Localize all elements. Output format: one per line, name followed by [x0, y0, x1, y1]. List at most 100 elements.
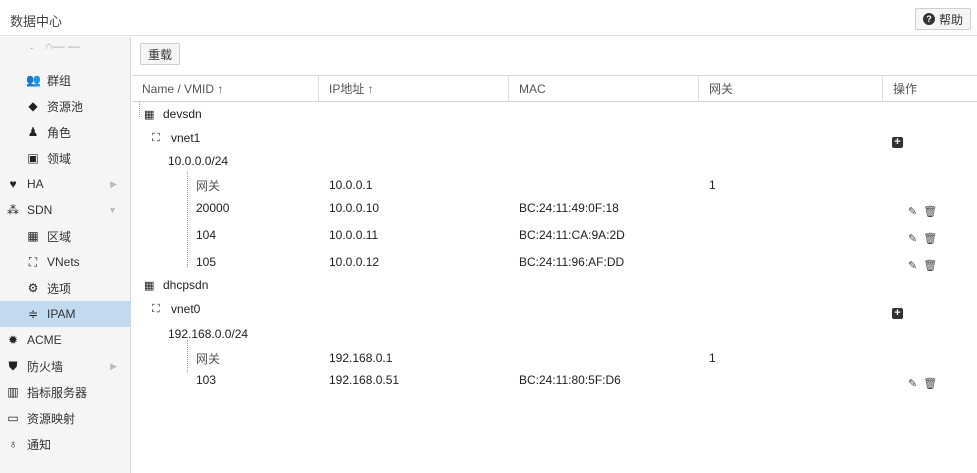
tree-row-zone[interactable]: ▦ dhcpsdn — [132, 272, 977, 298]
th-icon: ▦ — [144, 108, 154, 121]
table-row[interactable]: 103 192.168.0.51 BC:24:11:80:5F:D6 ✎ 🗑 — [132, 367, 977, 393]
question-circle-icon: ? — [922, 13, 935, 25]
sidebar-item-metric-server[interactable]: ▥ 指标服务器 — [0, 379, 131, 405]
sidebar-item-groups[interactable]: 👥 群组 — [0, 67, 131, 93]
folder-icon: ▭ — [7, 411, 19, 425]
row-ip: 192.168.0.51 — [329, 373, 400, 387]
sidebar-item-cut[interactable]: 、 ⌂— — — [30, 37, 80, 49]
row-name: 20000 — [196, 201, 230, 215]
edit-icon[interactable]: ✎ — [908, 377, 917, 390]
sidebar-item-resource-mapping[interactable]: ▭ 资源映射 — [0, 405, 131, 431]
sidebar-item-sdn[interactable]: ⁂ SDN ▼ — [0, 197, 131, 223]
tree-row-subnet[interactable]: 10.0.0.0/24 — [132, 148, 977, 174]
trash-icon[interactable]: 🗑 — [923, 259, 937, 272]
tag-icon: ◆ — [28, 99, 38, 113]
sitemap-icon: ⛶ — [28, 254, 38, 269]
row-mac: BC:24:11:49:0F:18 — [519, 201, 619, 215]
tree-row-vnet[interactable]: ⛶ vnet0 + — [132, 296, 977, 322]
row-name: 10.0.0.0/24 — [168, 154, 229, 168]
trash-icon[interactable]: 🗑 — [923, 205, 937, 218]
sidebar-item-acme[interactable]: ✹ ACME — [0, 327, 131, 353]
page-header: 数据中心 ? 帮助 — [0, 0, 977, 36]
sidebar: 、 ⌂— — 👥 群组 ◆ 资源池 ♟ 角色 ▣ 领域 ♥ HA ▶ ⁂ SDN… — [0, 37, 131, 473]
edit-icon[interactable]: ✎ — [908, 205, 917, 218]
sitemap-icon: ⛶ — [152, 302, 160, 315]
heartbeat-icon: ♥ — [9, 177, 17, 191]
row-actions: ✎ 🗑 — [908, 198, 937, 224]
sidebar-item-label: 选项 — [47, 281, 72, 296]
column-header-gateway[interactable]: 网关 — [699, 76, 883, 101]
row-name: dhcpsdn — [163, 278, 209, 292]
row-actions: ✎ 🗑 — [908, 225, 937, 251]
sidebar-item-label: SDN — [27, 203, 53, 217]
sidebar-item-label: VNets — [47, 255, 80, 269]
users-icon: 👥 — [26, 73, 41, 87]
sidebar-item-ha[interactable]: ♥ HA ▶ — [0, 171, 131, 197]
sidebar-item-realms[interactable]: ▣ 领域 — [0, 145, 131, 171]
tree-row-subnet[interactable]: 192.168.0.0/24 — [132, 321, 977, 347]
column-header-name[interactable]: Name / VMID ↑ — [132, 76, 319, 101]
certificate-icon: ✹ — [7, 333, 19, 347]
chevron-right-icon[interactable]: ▶ — [110, 179, 117, 190]
sidebar-item-ipam[interactable]: ≑ IPAM — [0, 301, 131, 327]
th-icon: ▦ — [144, 279, 154, 292]
trash-icon[interactable]: 🗑 — [923, 377, 937, 390]
help-button-label: 帮助 — [938, 12, 963, 27]
row-name: vnet0 — [171, 302, 201, 316]
sdn-icon: ⁂ — [7, 203, 19, 217]
chevron-right-icon[interactable]: ▶ — [110, 361, 117, 372]
column-header-mac[interactable]: MAC — [509, 76, 699, 101]
bell-icon: ♁ — [8, 437, 18, 451]
sidebar-item-label: ACME — [27, 333, 62, 347]
row-name: 104 — [196, 228, 217, 242]
sidebar-item-label: HA — [27, 177, 44, 191]
trash-icon[interactable]: 🗑 — [923, 232, 937, 245]
sidebar-item-roles[interactable]: ♟ 角色 — [0, 119, 131, 145]
sidebar-item-label: 防火墙 — [27, 359, 64, 374]
ipam-icon: ≑ — [27, 307, 39, 321]
page-title: 数据中心 — [10, 14, 63, 29]
grid-header: Name / VMID ↑ IP地址 ↑ MAC 网关 操作 — [132, 75, 977, 102]
sidebar-item-label: 群组 — [47, 73, 72, 88]
sidebar-item-pools[interactable]: ◆ 资源池 — [0, 93, 131, 119]
chevron-down-icon[interactable]: ▼ — [108, 205, 117, 215]
gear-icon: ⚙ — [27, 281, 39, 295]
male-icon: ♟ — [27, 125, 39, 139]
sidebar-item-label: 区域 — [47, 229, 72, 244]
row-ip: 10.0.0.11 — [329, 228, 379, 242]
sidebar-item-label: 指标服务器 — [27, 385, 88, 400]
sidebar-item-label: IPAM — [47, 307, 76, 321]
sidebar-item-label: 资源映射 — [27, 411, 76, 426]
sidebar-item-label: 通知 — [27, 437, 52, 452]
row-mac: BC:24:11:80:5F:D6 — [519, 373, 621, 387]
row-ip: 10.0.0.10 — [329, 201, 380, 215]
bar-chart-icon: ▥ — [7, 385, 19, 399]
table-row[interactable]: 104 10.0.0.11 BC:24:11:CA:9A:2D ✎ 🗑 — [132, 222, 977, 248]
table-row[interactable]: 20000 10.0.0.10 BC:24:11:49:0F:18 ✎ 🗑 — [132, 195, 977, 221]
tree-row-zone[interactable]: ▦ devsdn — [132, 101, 977, 127]
sidebar-item-vnets[interactable]: ⛶ VNets — [0, 249, 131, 275]
sidebar-item-firewall[interactable]: ⛊ 防火墙 ▶ — [0, 353, 131, 379]
sidebar-item-notifications[interactable]: ♁ 通知 — [0, 431, 131, 457]
add-ip-button[interactable]: + — [892, 136, 903, 148]
sidebar-item-label: 资源池 — [47, 99, 84, 114]
sitemap-icon: ⛶ — [152, 131, 160, 144]
row-name: vnet1 — [171, 131, 201, 145]
column-header-ip[interactable]: IP地址 ↑ — [319, 76, 509, 101]
address-book-icon: ▣ — [27, 151, 39, 165]
sidebar-item-zones[interactable]: ▦ 区域 — [0, 223, 131, 249]
edit-icon[interactable]: ✎ — [908, 232, 917, 245]
reload-button[interactable]: 重载 — [140, 43, 181, 65]
toolbar: 重载 — [132, 37, 977, 70]
th-icon: ▦ — [27, 229, 39, 243]
row-name: 192.168.0.0/24 — [168, 327, 249, 341]
help-button[interactable]: ? 帮助 — [914, 8, 971, 30]
sidebar-item-label: 角色 — [47, 125, 72, 140]
row-name: 103 — [196, 373, 217, 387]
edit-icon[interactable]: ✎ — [908, 259, 917, 272]
row-mac: BC:24:11:CA:9A:2D — [519, 228, 625, 242]
row-name: devsdn — [163, 107, 202, 121]
row-actions: ✎ 🗑 — [908, 370, 937, 396]
add-ip-button[interactable]: + — [892, 307, 903, 319]
sidebar-item-options[interactable]: ⚙ 选项 — [0, 275, 131, 301]
